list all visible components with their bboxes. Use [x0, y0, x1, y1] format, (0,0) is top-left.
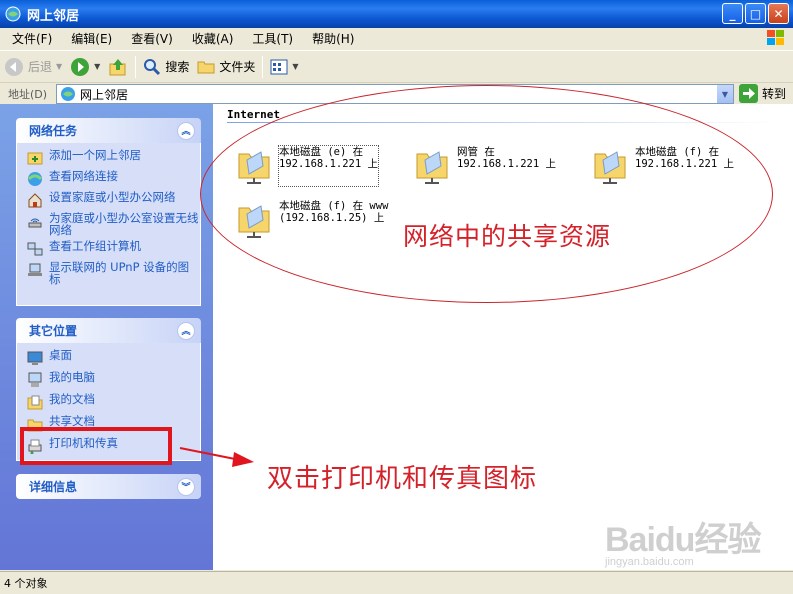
watermark-sub: jingyan.baidu.com [605, 556, 694, 568]
task-view-workgroup[interactable]: 查看工作组计算机 [27, 240, 200, 257]
task-label: 为家庭或小型办公室设置无线网络 [49, 211, 199, 237]
watermark-main: Baidu经验 [605, 521, 761, 559]
task-label: 显示联网的 UPnP 设备的图标 [49, 260, 190, 286]
task-setup-home-network[interactable]: 设置家庭或小型办公网络 [27, 191, 200, 208]
details-header[interactable]: 详细信息 ︾ [16, 474, 201, 499]
group-header: Internet [227, 108, 280, 121]
task-label: 我的文档 [49, 392, 95, 406]
other-places-header[interactable]: 其它位置 ︽ [16, 318, 201, 343]
task-label: 查看网络连接 [49, 169, 118, 183]
forward-dropdown-icon[interactable]: ▼ [94, 62, 100, 71]
toolbar-separator [135, 55, 137, 78]
my-documents-icon [27, 395, 43, 410]
task-label: 设置家庭或小型办公网络 [49, 190, 176, 204]
task-label: 共享文档 [49, 414, 95, 428]
views-dropdown-icon[interactable]: ▼ [292, 62, 298, 71]
menu-tools[interactable]: 工具(T) [240, 30, 300, 47]
place-my-computer[interactable]: 我的电脑 [27, 371, 200, 388]
network-tasks-panel: 网络任务 ︽ 添加一个网上邻居 查看网络连接 设置家庭或小型办公网络 为家庭或小… [16, 118, 201, 306]
annotation-double-click-hint: 双击打印机和传真图标 [267, 464, 538, 494]
wireless-network-icon [28, 218, 42, 228]
task-label: 桌面 [49, 348, 72, 362]
annotation-ellipse [200, 85, 773, 303]
annotation-arrow-icon [179, 447, 254, 467]
toolbar: 后退 ▼ ▼ 搜索 文件夹 ▼ [0, 50, 793, 82]
workgroup-computers-icon [27, 242, 43, 256]
collapse-icon[interactable]: ︽ [177, 321, 195, 340]
upnp-device-icon [28, 263, 42, 276]
window-title: 网上邻居 [27, 8, 80, 24]
network-connections-icon [27, 172, 43, 186]
annotation-highlight-box [20, 427, 172, 465]
panel-title: 详细信息 [29, 480, 78, 494]
address-value: 网上邻居 [80, 87, 129, 102]
task-setup-wireless[interactable]: 为家庭或小型办公室设置无线网络 [27, 212, 200, 236]
menu-bar: 文件(F) 编辑(E) 查看(V) 收藏(A) 工具(T) 帮助(H) [0, 28, 793, 48]
back-dropdown-icon[interactable]: ▼ [56, 62, 62, 71]
folder-icon [197, 61, 215, 73]
expand-icon[interactable]: ︾ [177, 477, 195, 496]
task-label: 查看工作组计算机 [49, 239, 141, 253]
collapse-icon[interactable]: ︽ [177, 121, 195, 140]
place-desktop[interactable]: 桌面 [27, 349, 200, 366]
close-button[interactable]: ✕ [768, 3, 789, 24]
task-pane: 网络任务 ︽ 添加一个网上邻居 查看网络连接 设置家庭或小型办公网络 为家庭或小… [0, 104, 213, 570]
menu-view[interactable]: 查看(V) [119, 30, 180, 47]
address-dropdown-icon[interactable]: ▼ [716, 85, 733, 103]
my-computer-icon [28, 372, 42, 387]
network-tasks-header[interactable]: 网络任务 ︽ [16, 118, 201, 143]
views-grid-icon [270, 59, 288, 74]
search-icon [144, 58, 161, 75]
up-folder-icon [109, 58, 126, 75]
menu-edit[interactable]: 编辑(E) [59, 30, 119, 47]
task-show-upnp[interactable]: 显示联网的 UPnP 设备的图标 [27, 261, 200, 285]
forward-button[interactable]: ▼ [66, 54, 104, 80]
up-folder-button[interactable] [104, 54, 132, 80]
task-add-network-place[interactable]: 添加一个网上邻居 [27, 149, 200, 166]
search-label: 搜索 [165, 60, 190, 74]
search-button[interactable]: 搜索 [139, 54, 193, 80]
task-label: 我的电脑 [49, 370, 95, 384]
go-arrow-icon [739, 84, 758, 103]
home-network-icon [28, 193, 42, 208]
back-arrow-icon [5, 57, 23, 76]
go-label: 转到 [762, 87, 787, 101]
folders-label: 文件夹 [219, 60, 256, 74]
forward-arrow-icon [71, 57, 90, 76]
back-label: 后退 [28, 60, 53, 74]
folders-button[interactable]: 文件夹 [193, 54, 259, 80]
task-label: 添加一个网上邻居 [49, 148, 141, 162]
panel-title: 其它位置 [29, 324, 78, 338]
annotation-shared-resources: 网络中的共享资源 [403, 222, 612, 251]
details-panel: 详细信息 ︾ [16, 474, 201, 499]
place-my-documents[interactable]: 我的文档 [27, 393, 200, 410]
menu-help[interactable]: 帮助(H) [300, 30, 361, 47]
network-places-icon [61, 87, 75, 101]
minimize-button[interactable]: _ [722, 3, 743, 24]
status-bar: 4 个对象 [0, 571, 793, 594]
status-text: 4 个对象 [4, 577, 48, 590]
desktop-icon [27, 351, 43, 365]
go-button[interactable]: 转到 [739, 84, 786, 103]
address-label: 地址(D) [8, 87, 48, 101]
back-button[interactable]: 后退 ▼ [0, 54, 66, 80]
windows-logo-icon [767, 30, 784, 45]
task-view-connections[interactable]: 查看网络连接 [27, 170, 200, 187]
views-button[interactable]: ▼ [266, 54, 302, 80]
title-bar[interactable]: 网上邻居 _ □ ✕ [0, 0, 793, 28]
network-places-icon [5, 6, 21, 22]
add-network-place-icon [27, 152, 43, 165]
menu-favorites[interactable]: 收藏(A) [180, 30, 241, 47]
watermark: Baidu经验 jingyan.baidu.com [605, 512, 761, 568]
menu-file[interactable]: 文件(F) [0, 30, 59, 47]
panel-title: 网络任务 [29, 124, 78, 138]
maximize-button[interactable]: □ [745, 3, 766, 24]
toolbar-separator [262, 55, 264, 78]
